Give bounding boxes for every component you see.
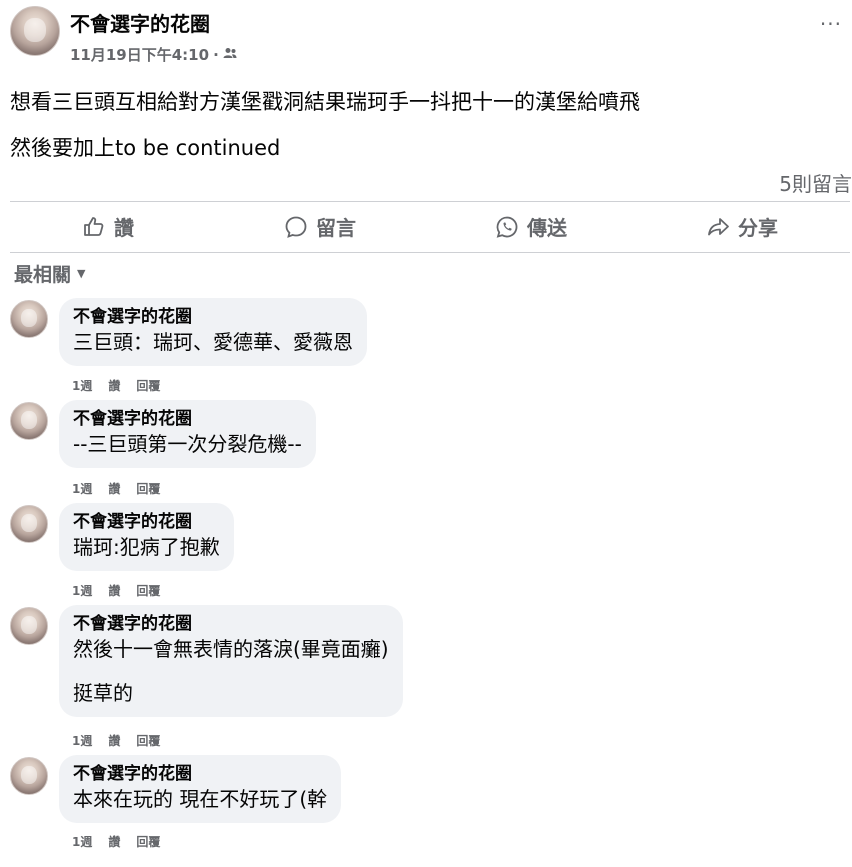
like-label: 讚 [114, 216, 134, 240]
sort-dropdown[interactable]: 最相關 ▼ [14, 260, 85, 287]
actions-top-divider [10, 201, 850, 202]
comment-time[interactable]: 1週 [72, 582, 92, 599]
comment-text: --三巨頭第一次分裂危機-- [73, 432, 302, 456]
comment-button[interactable]: 留言 [284, 212, 356, 241]
post-meta: 11月19日下午4:10 · [70, 44, 237, 65]
send-button[interactable]: 傳送 [495, 212, 567, 241]
comment-avatar[interactable] [10, 402, 48, 440]
comment-avatar[interactable] [10, 607, 48, 645]
comment-reply-button[interactable]: 回覆 [136, 582, 160, 599]
comment-bubble: 不會選字的花圈 --三巨頭第一次分裂危機-- [59, 400, 316, 468]
comment-time[interactable]: 1週 [72, 833, 92, 850]
comment-text: 本來在玩的 現在不好玩了(幹 [73, 787, 328, 811]
send-label: 傳送 [527, 216, 567, 240]
comment-author[interactable]: 不會選字的花圈 [73, 408, 302, 430]
actions-bottom-divider [10, 252, 850, 253]
comment-bubble: 不會選字的花圈 本來在玩的 現在不好玩了(幹 [59, 755, 342, 823]
comment-like-button[interactable]: 讚 [108, 732, 120, 749]
like-icon [84, 216, 104, 236]
comment-actions: 1週 讚 回覆 [72, 582, 160, 599]
comment-like-button[interactable]: 讚 [108, 582, 120, 599]
comment-author[interactable]: 不會選字的花圈 [73, 306, 353, 328]
comment-like-button[interactable]: 讚 [108, 833, 120, 850]
comment-reply-button[interactable]: 回覆 [136, 377, 160, 394]
post-text-line-2: 然後要加上to be continued [10, 136, 281, 160]
comment-text: 三巨頭：瑞珂、愛德華、愛薇恩 [73, 330, 353, 354]
caret-down-icon: ▼ [77, 267, 86, 280]
more-options-button[interactable]: ··· [820, 12, 842, 36]
comment-author[interactable]: 不會選字的花圈 [73, 511, 220, 533]
comment-like-button[interactable]: 讚 [108, 480, 120, 497]
post-author-name[interactable]: 不會選字的花圈 [70, 8, 210, 37]
post-text-line-1: 想看三巨頭互相給對方漢堡戳洞結果瑞珂手一抖把十一的漢堡給噴飛 [10, 90, 640, 114]
like-button[interactable]: 讚 [82, 212, 134, 241]
share-icon [708, 217, 729, 235]
comment-time[interactable]: 1週 [72, 480, 92, 497]
post-timestamp[interactable]: 11月19日下午4:10 [70, 44, 209, 65]
comment-actions: 1週 讚 回覆 [72, 377, 160, 394]
comment-count[interactable]: 5則留言 [779, 168, 852, 197]
comment-bubble: 不會選字的花圈 瑞珂:犯病了抱歉 [59, 503, 234, 571]
sort-label: 最相關 [14, 264, 72, 286]
comment-text: 瑞珂:犯病了抱歉 [73, 535, 220, 559]
comment-like-button[interactable]: 讚 [108, 377, 120, 394]
comment-author[interactable]: 不會選字的花圈 [73, 763, 327, 785]
friends-icon[interactable] [223, 47, 237, 62]
comment-bubble: 不會選字的花圈 三巨頭：瑞珂、愛德華、愛薇恩 [59, 298, 367, 366]
comment-avatar[interactable] [10, 505, 48, 543]
comment-label: 留言 [316, 216, 356, 240]
comment-reply-button[interactable]: 回覆 [136, 480, 160, 497]
meta-separator: · [213, 45, 219, 64]
share-button[interactable]: 分享 [706, 212, 778, 241]
post-author-avatar[interactable] [10, 6, 60, 56]
comment-actions: 1週 讚 回覆 [72, 480, 160, 497]
comment-reply-button[interactable]: 回覆 [136, 833, 160, 850]
comment-time[interactable]: 1週 [72, 732, 92, 749]
comment-actions: 1週 讚 回覆 [72, 833, 160, 850]
whatsapp-icon [496, 216, 518, 238]
comment-bubble: 不會選字的花圈 然後十一會無表情的落淚(畢竟面癱) 挺草的 [59, 605, 403, 717]
comment-reply-button[interactable]: 回覆 [136, 732, 160, 749]
comment-author[interactable]: 不會選字的花圈 [73, 613, 389, 635]
comment-avatar[interactable] [10, 300, 48, 338]
comment-text: 然後十一會無表情的落淚(畢竟面癱) [73, 637, 389, 661]
comment-avatar[interactable] [10, 757, 48, 795]
comment-icon [285, 216, 307, 238]
comment-text: 挺草的 [73, 681, 133, 705]
comment-time[interactable]: 1週 [72, 377, 92, 394]
share-label: 分享 [738, 216, 778, 240]
comment-actions: 1週 讚 回覆 [72, 732, 160, 749]
